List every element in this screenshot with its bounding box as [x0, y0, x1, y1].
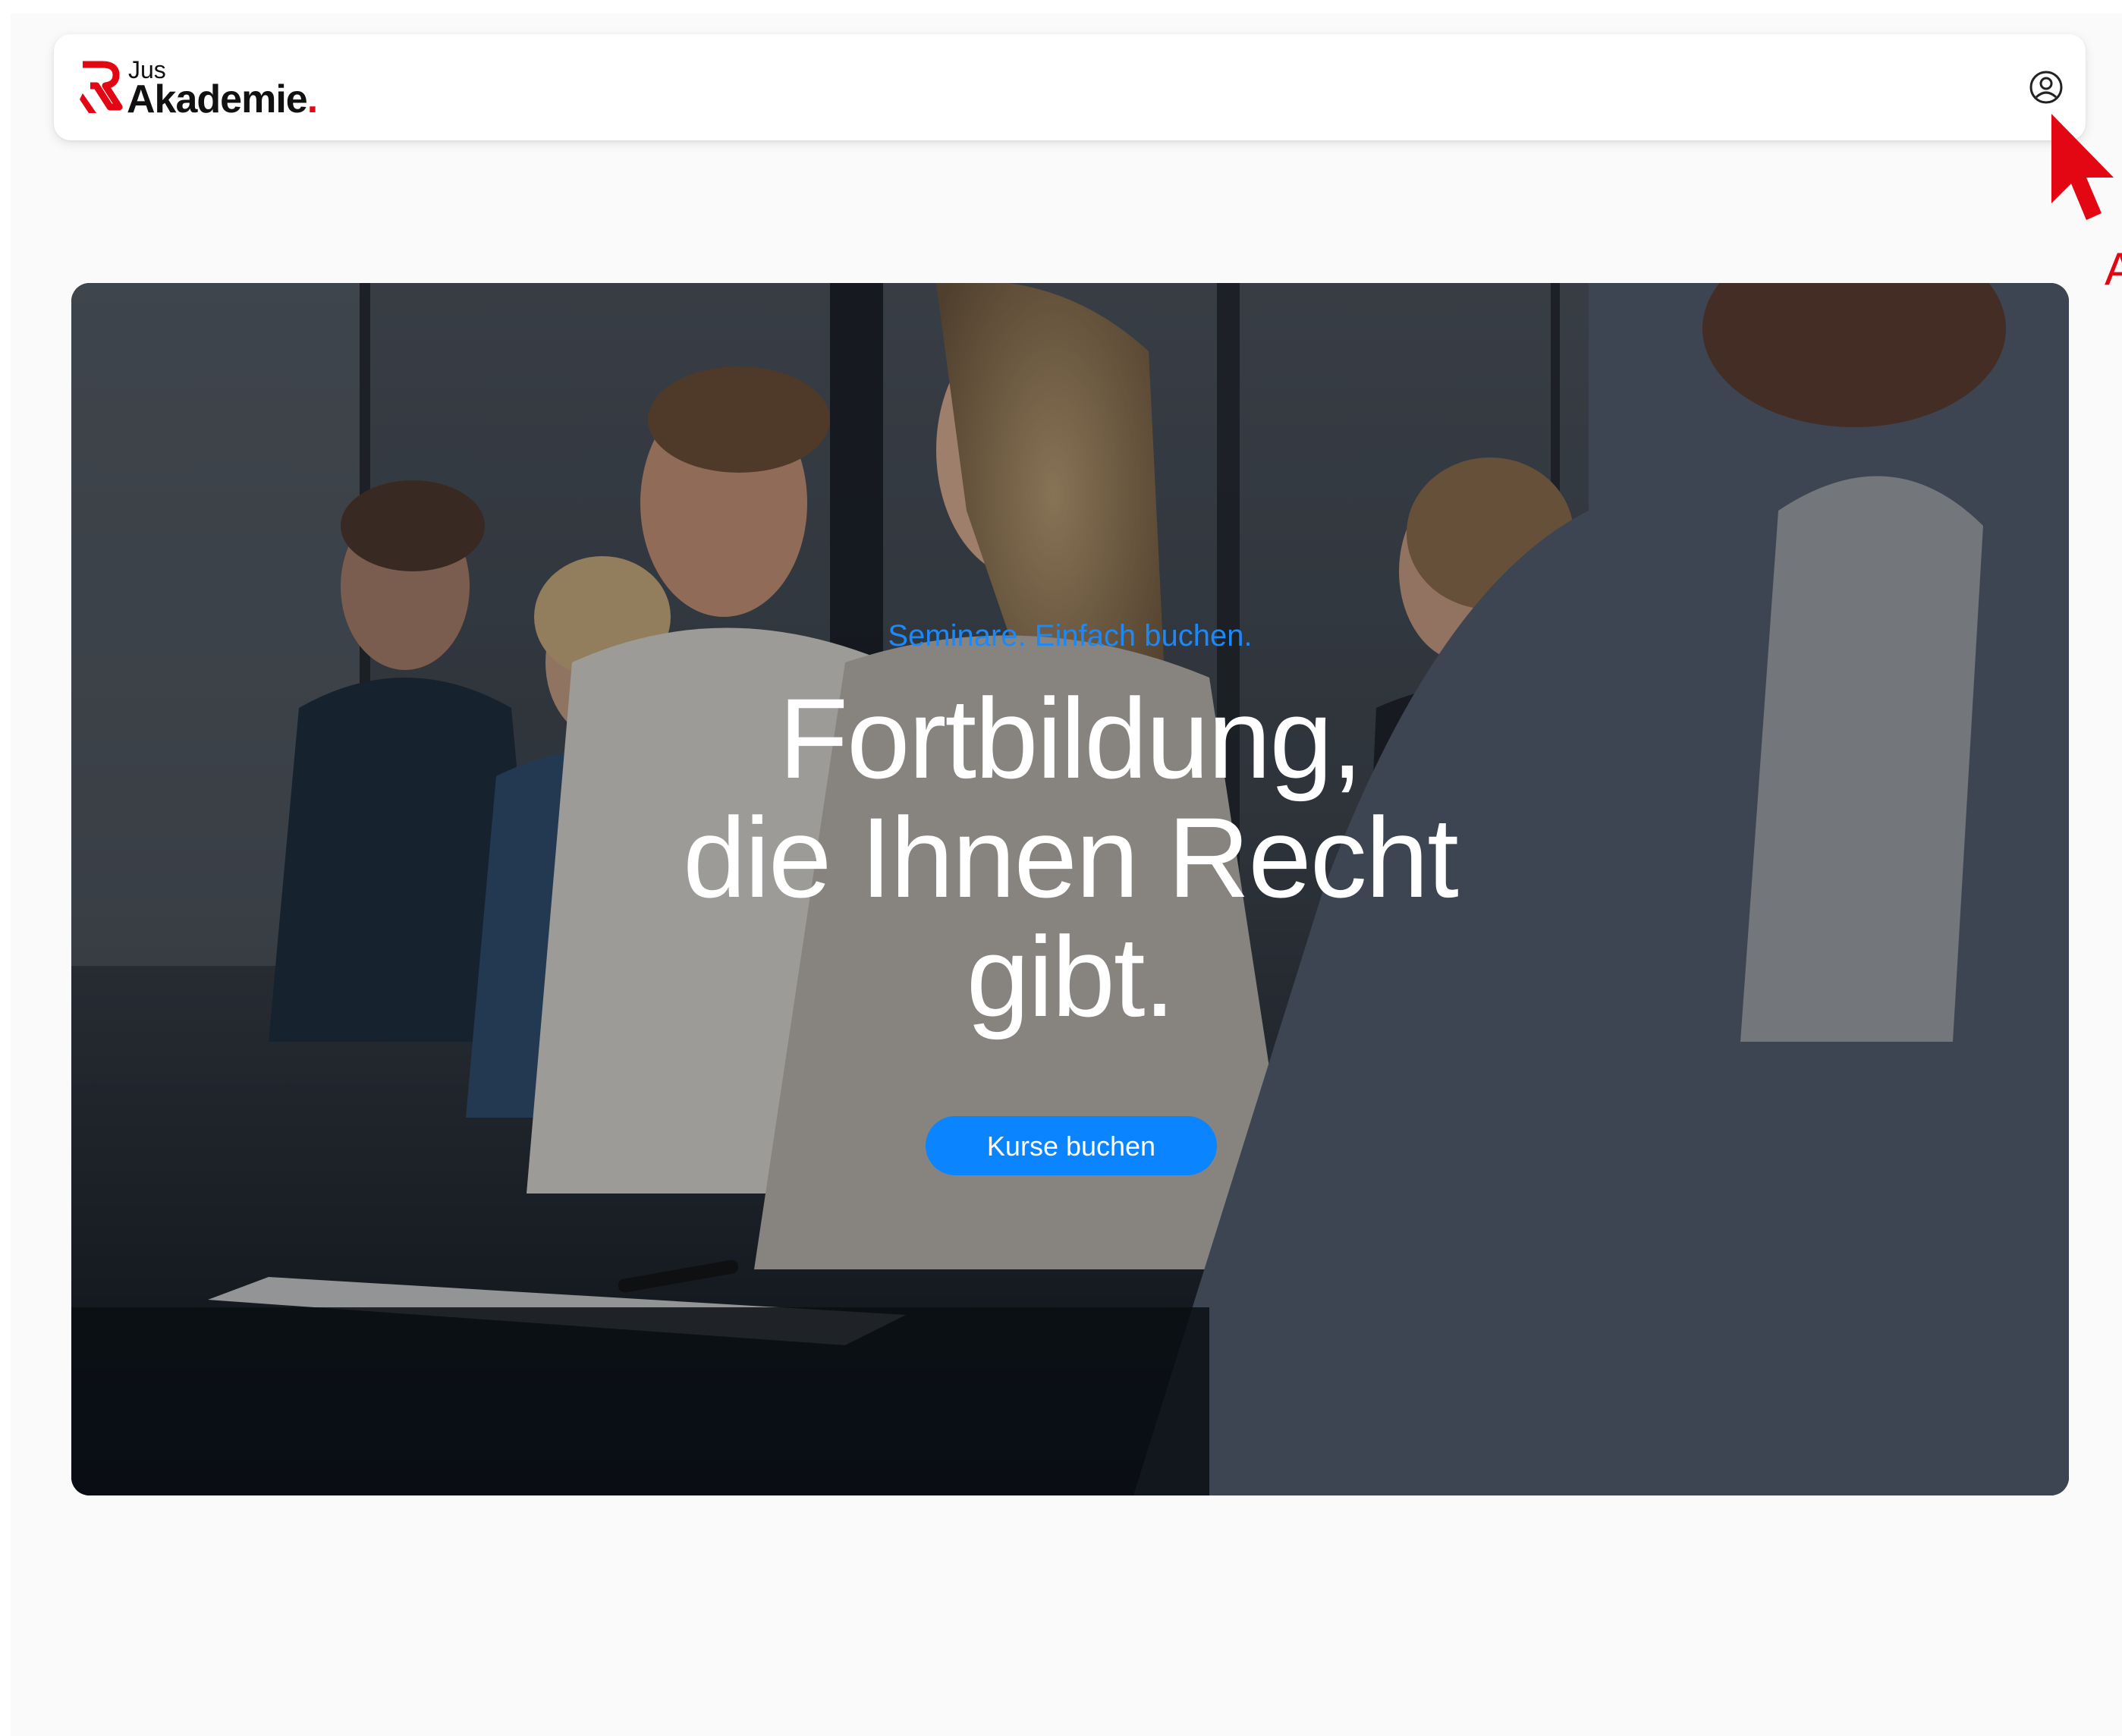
hero-headline: Fortbildung, die Ihnen Recht gibt.: [71, 679, 2069, 1036]
book-courses-button[interactable]: Kurse buchen: [926, 1116, 1217, 1175]
hero-banner: Seminare. Einfach buchen. Fortbildung, d…: [71, 283, 2069, 1495]
jus-akademie-logo[interactable]: Jus Akademie.: [80, 57, 353, 122]
pointer-cursor-icon: [2051, 114, 2114, 220]
logo-akademie-text: Akademie.: [127, 77, 318, 122]
hero-eyebrow: Seminare. Einfach buchen.: [888, 619, 1253, 653]
headline-line-1: Fortbildung,: [778, 675, 1363, 802]
headline-line-2: die Ihnen Recht: [683, 794, 1459, 921]
account-button[interactable]: [2028, 69, 2064, 105]
logo-akademie-word: Akademie: [127, 77, 308, 121]
logo-dot: .: [307, 77, 318, 121]
logo-mark-icon: [80, 61, 123, 113]
cursor-label: A: [2105, 244, 2122, 294]
hero-content: Seminare. Einfach buchen. Fortbildung, d…: [71, 283, 2069, 1495]
user-circle-icon: [2029, 71, 2063, 104]
top-navbar: Jus Akademie.: [54, 34, 2086, 140]
headline-line-3: gibt.: [966, 913, 1176, 1040]
